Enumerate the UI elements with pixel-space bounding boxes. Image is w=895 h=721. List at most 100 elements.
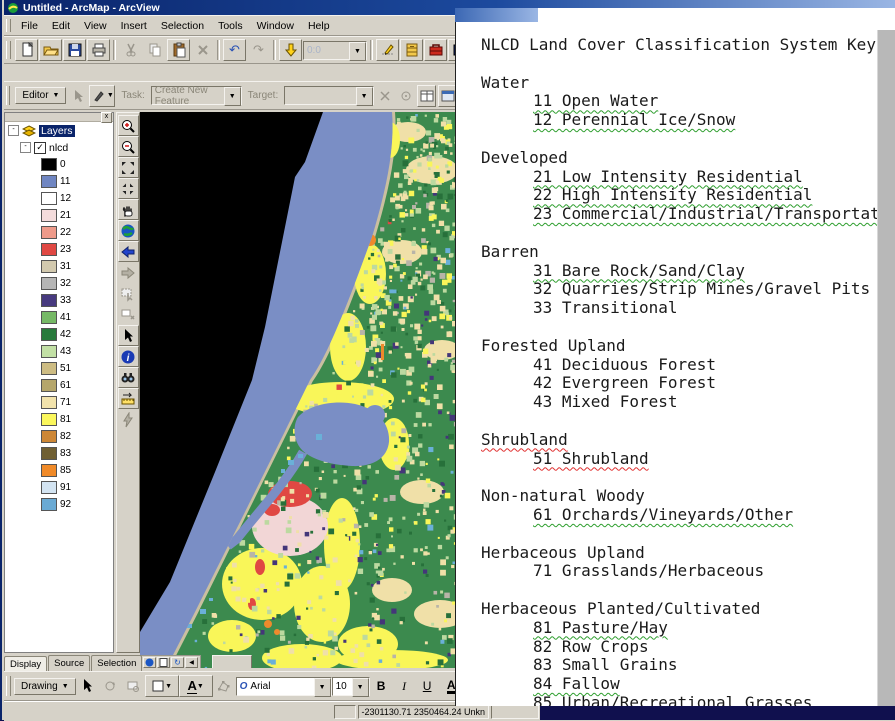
- legend-item-92[interactable]: 92: [5, 496, 113, 513]
- dropdown-arrow-icon[interactable]: ▼: [356, 87, 373, 106]
- identify-icon[interactable]: i: [118, 346, 139, 367]
- copy-icon[interactable]: [143, 39, 166, 61]
- arctoolbox-icon[interactable]: [424, 39, 447, 61]
- attributes-icon[interactable]: [417, 85, 436, 107]
- toolbar-grip[interactable]: [6, 86, 10, 105]
- layout-view-icon[interactable]: [157, 657, 170, 668]
- legend-item-31[interactable]: 31: [5, 258, 113, 275]
- legend-item-85[interactable]: 85: [5, 462, 113, 479]
- menu-selection[interactable]: Selection: [154, 18, 211, 34]
- save-icon[interactable]: [63, 39, 86, 61]
- menu-file[interactable]: File: [14, 18, 45, 34]
- menu-tools[interactable]: Tools: [211, 18, 250, 34]
- dropdown-arrow-icon[interactable]: ▼: [224, 87, 241, 106]
- toc-layer-row[interactable]: - ✓ nlcd: [5, 139, 113, 156]
- redo-icon[interactable]: ↷: [247, 39, 270, 61]
- delete-icon[interactable]: [191, 39, 214, 61]
- pause-drawing-icon[interactable]: ◀: [185, 657, 198, 668]
- cut-icon[interactable]: [119, 39, 142, 61]
- bold-button[interactable]: B: [370, 675, 393, 697]
- legend-item-51[interactable]: 51: [5, 360, 113, 377]
- back-extent-icon[interactable]: [118, 241, 139, 262]
- menu-window[interactable]: Window: [250, 18, 301, 34]
- legend-item-42[interactable]: 42: [5, 326, 113, 343]
- legend-item-71[interactable]: 71: [5, 394, 113, 411]
- editor-menu[interactable]: Editor▼: [15, 87, 66, 104]
- sketch-tool-icon[interactable]: ▼: [89, 85, 115, 107]
- open-icon[interactable]: [39, 39, 62, 61]
- dropdown-arrow-icon[interactable]: ▼: [352, 678, 369, 697]
- drawing-menu[interactable]: Drawing▼: [14, 678, 76, 695]
- map-horizontal-scrollbar[interactable]: [212, 655, 252, 668]
- target-combo[interactable]: ▼: [284, 86, 373, 105]
- document-scrollbar[interactable]: [877, 30, 895, 706]
- close-icon[interactable]: x: [101, 112, 112, 123]
- add-data-icon[interactable]: [279, 39, 302, 61]
- legend-item-83[interactable]: 83: [5, 445, 113, 462]
- legend-item-43[interactable]: 43: [5, 343, 113, 360]
- legend-item-22[interactable]: 22: [5, 224, 113, 241]
- legend-item-0[interactable]: 0: [5, 156, 113, 173]
- forward-extent-icon[interactable]: [118, 262, 139, 283]
- menu-insert[interactable]: Insert: [114, 18, 154, 34]
- legend-item-61[interactable]: 61: [5, 377, 113, 394]
- rotate-tool-icon[interactable]: [396, 85, 415, 107]
- select-elements-icon[interactable]: [118, 325, 139, 346]
- map-scale-combo[interactable]: 0:0▼: [303, 41, 367, 60]
- edit-tool-icon[interactable]: [68, 85, 87, 107]
- font-combo[interactable]: OArial▼: [236, 677, 332, 696]
- font-size-combo[interactable]: 10▼: [332, 677, 370, 696]
- toc-header[interactable]: x: [5, 113, 113, 122]
- hyperlink-icon[interactable]: [118, 409, 139, 430]
- toc-root-row[interactable]: - Layers: [5, 122, 113, 139]
- toc-layer-label[interactable]: nlcd: [49, 142, 68, 154]
- undo-icon[interactable]: ↶: [223, 39, 246, 61]
- legend-item-82[interactable]: 82: [5, 428, 113, 445]
- collapse-icon[interactable]: -: [8, 125, 19, 136]
- fixed-zoom-out-icon[interactable]: [118, 178, 139, 199]
- refresh-view-icon[interactable]: ↻: [171, 657, 184, 668]
- select-elements-icon[interactable]: [76, 675, 99, 697]
- dropdown-arrow-icon[interactable]: ▼: [349, 42, 366, 61]
- select-features-icon[interactable]: [118, 283, 139, 304]
- new-shape-tool[interactable]: ▼: [145, 675, 179, 697]
- full-extent-icon[interactable]: [118, 220, 139, 241]
- data-view-icon[interactable]: [143, 657, 156, 668]
- collapse-icon[interactable]: -: [20, 142, 31, 153]
- toc-root-label[interactable]: Layers: [39, 125, 75, 137]
- new-text-tool[interactable]: A▼: [179, 675, 213, 697]
- task-combo[interactable]: Create New Feature▼: [151, 86, 242, 105]
- zoom-in-icon[interactable]: [118, 115, 139, 136]
- tab-display[interactable]: Display: [4, 656, 47, 672]
- legend-item-11[interactable]: 11: [5, 173, 113, 190]
- zoom-out-icon[interactable]: [118, 136, 139, 157]
- arccatalog-icon[interactable]: [400, 39, 423, 61]
- edit-vertices-icon[interactable]: [213, 675, 236, 697]
- italic-button[interactable]: I: [393, 675, 416, 697]
- new-map-icon[interactable]: [15, 39, 38, 61]
- editor-toolbar-icon[interactable]: [376, 39, 399, 61]
- rotate-element-icon[interactable]: [99, 675, 122, 697]
- toolbar-grip[interactable]: [6, 19, 11, 32]
- legend-item-41[interactable]: 41: [5, 309, 113, 326]
- legend-item-21[interactable]: 21: [5, 207, 113, 224]
- layer-visibility-checkbox[interactable]: ✓: [34, 142, 46, 154]
- menu-edit[interactable]: Edit: [45, 18, 77, 34]
- paste-icon[interactable]: [167, 39, 190, 61]
- clear-selection-icon[interactable]: [118, 304, 139, 325]
- menu-help[interactable]: Help: [301, 18, 337, 34]
- legend-item-91[interactable]: 91: [5, 479, 113, 496]
- legend-item-23[interactable]: 23: [5, 241, 113, 258]
- classification-key-document[interactable]: NLCD Land Cover Classification System Ke…: [455, 8, 895, 706]
- legend-item-81[interactable]: 81: [5, 411, 113, 428]
- menu-view[interactable]: View: [77, 18, 114, 34]
- dropdown-arrow-icon[interactable]: ▼: [314, 678, 331, 697]
- zoom-to-selected-icon[interactable]: [122, 675, 145, 697]
- fixed-zoom-in-icon[interactable]: [118, 157, 139, 178]
- toolbar-grip[interactable]: [6, 676, 11, 696]
- legend-item-12[interactable]: 12: [5, 190, 113, 207]
- print-icon[interactable]: [87, 39, 110, 61]
- underline-button[interactable]: U: [416, 675, 439, 697]
- tab-selection[interactable]: Selection: [91, 655, 142, 671]
- find-icon[interactable]: [118, 367, 139, 388]
